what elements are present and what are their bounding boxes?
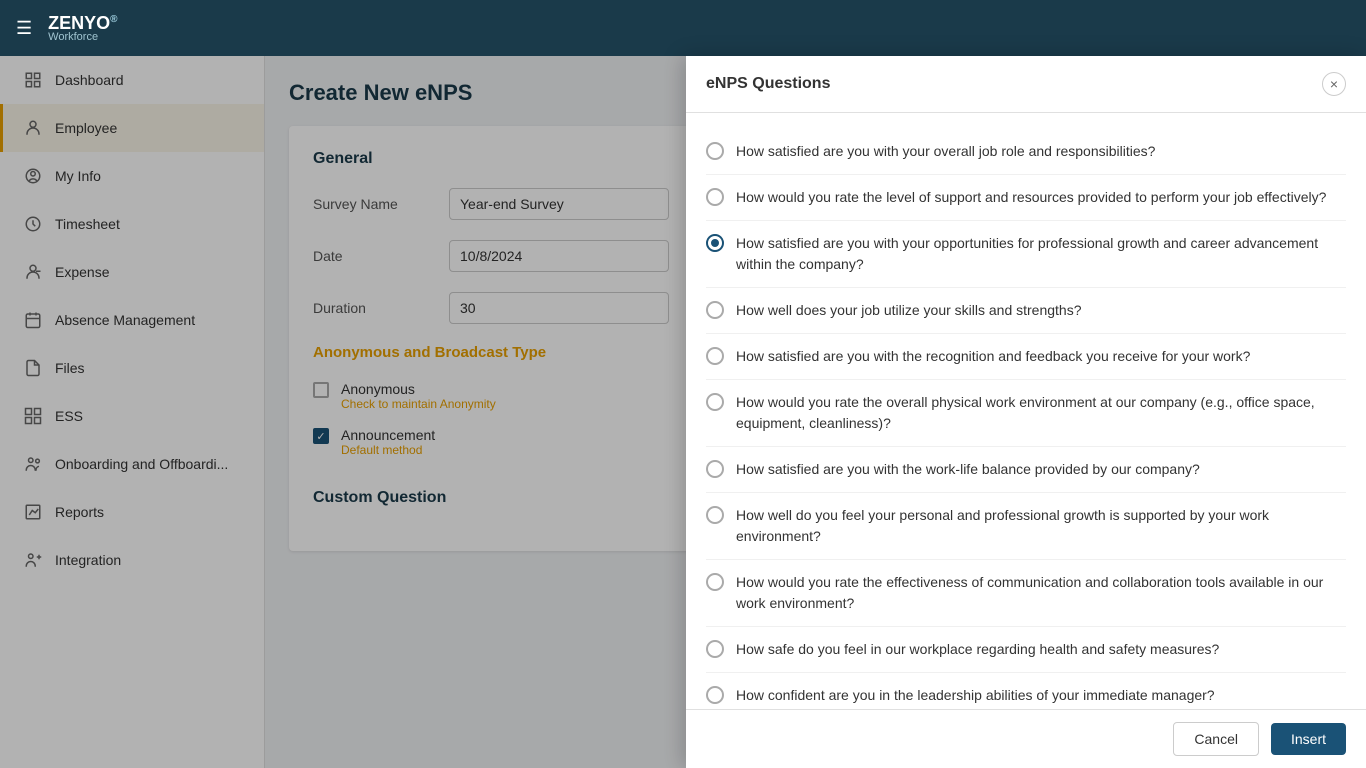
question-radio-2[interactable] <box>706 188 724 206</box>
question-radio-6[interactable] <box>706 393 724 411</box>
question-text-8: How well do you feel your personal and p… <box>736 505 1346 547</box>
modal-header: eNPS Questions × <box>686 56 1366 113</box>
question-text-10: How safe do you feel in our workplace re… <box>736 639 1219 660</box>
cancel-button[interactable]: Cancel <box>1173 722 1259 756</box>
question-radio-4[interactable] <box>706 301 724 319</box>
question-item-6[interactable]: How would you rate the overall physical … <box>706 380 1346 447</box>
question-radio-5[interactable] <box>706 347 724 365</box>
question-item-8[interactable]: How well do you feel your personal and p… <box>706 493 1346 560</box>
question-text-2: How would you rate the level of support … <box>736 187 1326 208</box>
question-item-4[interactable]: How well does your job utilize your skil… <box>706 288 1346 334</box>
top-header: ☰ ZENYO® Workforce <box>0 0 1366 56</box>
question-radio-11[interactable] <box>706 686 724 704</box>
question-text-1: How satisfied are you with your overall … <box>736 141 1155 162</box>
modal-title: eNPS Questions <box>706 75 830 93</box>
logo-sub: Workforce <box>48 32 117 43</box>
question-item-9[interactable]: How would you rate the effectiveness of … <box>706 560 1346 627</box>
question-radio-1[interactable] <box>706 142 724 160</box>
question-text-5: How satisfied are you with the recogniti… <box>736 346 1250 367</box>
question-text-9: How would you rate the effectiveness of … <box>736 572 1346 614</box>
question-radio-8[interactable] <box>706 506 724 524</box>
question-radio-9[interactable] <box>706 573 724 591</box>
question-item-3[interactable]: How satisfied are you with your opportun… <box>706 221 1346 288</box>
question-text-7: How satisfied are you with the work-life… <box>736 459 1200 480</box>
questions-list: How satisfied are you with your overall … <box>686 113 1366 709</box>
enps-modal: eNPS Questions × How satisfied are you w… <box>686 56 1366 768</box>
question-radio-7[interactable] <box>706 460 724 478</box>
insert-button[interactable]: Insert <box>1271 723 1346 755</box>
modal-overlay: eNPS Questions × How satisfied are you w… <box>0 56 1366 768</box>
question-radio-3[interactable] <box>706 234 724 252</box>
question-item-7[interactable]: How satisfied are you with the work-life… <box>706 447 1346 493</box>
question-item-10[interactable]: How safe do you feel in our workplace re… <box>706 627 1346 673</box>
question-item-1[interactable]: How satisfied are you with your overall … <box>706 129 1346 175</box>
question-item-2[interactable]: How would you rate the level of support … <box>706 175 1346 221</box>
question-text-6: How would you rate the overall physical … <box>736 392 1346 434</box>
question-item-5[interactable]: How satisfied are you with the recogniti… <box>706 334 1346 380</box>
logo: ZENYO® Workforce <box>48 14 117 43</box>
question-text-4: How well does your job utilize your skil… <box>736 300 1082 321</box>
question-item-11[interactable]: How confident are you in the leadership … <box>706 673 1346 709</box>
modal-footer: Cancel Insert <box>686 709 1366 768</box>
modal-close-button[interactable]: × <box>1322 72 1346 96</box>
hamburger-icon[interactable]: ☰ <box>16 18 32 39</box>
question-text-11: How confident are you in the leadership … <box>736 685 1215 706</box>
question-radio-10[interactable] <box>706 640 724 658</box>
question-text-3: How satisfied are you with your opportun… <box>736 233 1346 275</box>
logo-main: ZENYO® Workforce <box>48 13 117 43</box>
